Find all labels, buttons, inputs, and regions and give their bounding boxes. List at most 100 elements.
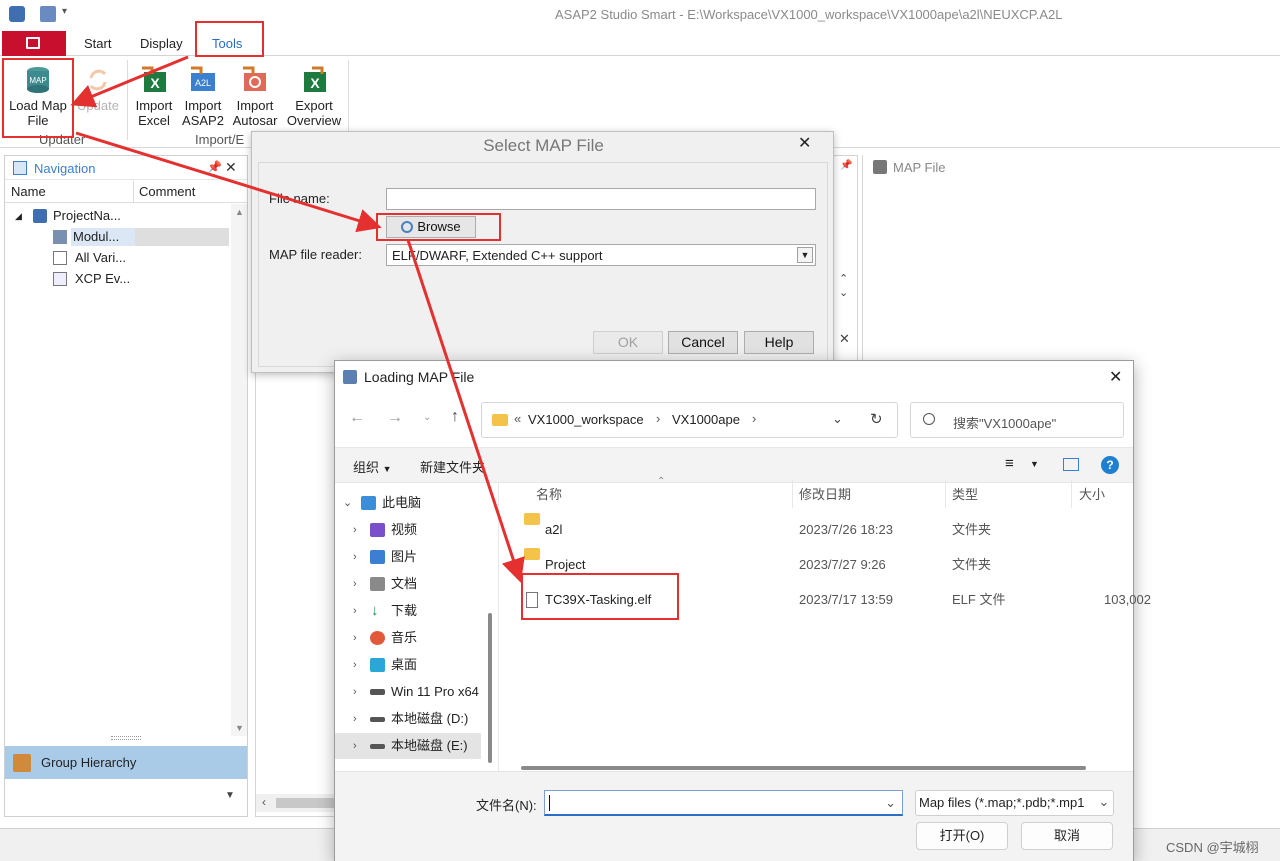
pin-icon[interactable]: 📌 xyxy=(840,160,852,171)
chevron-right-icon[interactable]: › xyxy=(353,706,357,732)
splitter-grip[interactable] xyxy=(111,736,141,740)
chevron-down-icon[interactable]: ⌄ xyxy=(839,286,848,299)
help-button[interactable]: Help xyxy=(744,331,814,354)
chevron-right-icon[interactable]: › xyxy=(353,571,357,597)
sidebar-item-pictures[interactable]: › 图片 xyxy=(335,544,485,570)
chevron-down-icon[interactable]: ▼ xyxy=(797,247,813,263)
sidebar-item-downloads[interactable]: › ↓ 下载 xyxy=(335,598,485,624)
chevron-right-icon[interactable]: › xyxy=(353,517,357,543)
export-overview-button[interactable]: X Export Overview xyxy=(283,64,345,128)
scroll-down-icon[interactable]: ▼ xyxy=(235,723,244,733)
tree-item-project[interactable]: ◢ ProjectNa... xyxy=(13,206,153,226)
recent-dropdown-icon[interactable]: ⌄ xyxy=(423,412,431,423)
scroll-up-icon[interactable]: ▲ xyxy=(235,207,244,217)
file-size: 103,002 xyxy=(1104,592,1151,607)
scroll-left-icon[interactable]: ‹ xyxy=(262,795,266,809)
chevron-down-icon[interactable]: ⌄ xyxy=(343,490,352,516)
chevron-down-icon[interactable]: ⌄ xyxy=(885,795,896,811)
help-icon[interactable]: ? xyxy=(1101,456,1119,474)
chevron-right-icon[interactable]: › xyxy=(353,652,357,678)
open-button[interactable]: 打开(O) xyxy=(916,822,1008,850)
import-excel-label-1: Import xyxy=(135,98,173,113)
column-type[interactable]: 类型 xyxy=(952,484,978,503)
chevron-down-icon[interactable]: ▼ xyxy=(1030,459,1039,469)
module-icon xyxy=(53,230,67,244)
update-button[interactable]: Update xyxy=(72,64,124,113)
a2l-import-icon: A2L xyxy=(191,66,215,91)
close-icon[interactable]: ✕ xyxy=(798,133,811,153)
chevron-right-icon[interactable]: › xyxy=(353,733,357,759)
column-name[interactable]: Name xyxy=(11,184,46,199)
documents-icon xyxy=(370,577,385,591)
import-asap2-button[interactable]: A2L Import ASAP2 xyxy=(178,64,228,128)
loading-map-file-dialog: Loading MAP File ✕ ← → ⌄ ↑ « VX1000_work… xyxy=(334,360,1151,861)
chevron-up-icon[interactable]: ⌃ xyxy=(839,272,848,285)
title-bar: ▾ ASAP2 Studio Smart - E:\Workspace\VX10… xyxy=(0,0,1280,30)
sidebar-item-documents[interactable]: › 文档 xyxy=(335,571,485,597)
breadcrumb-item[interactable]: VX1000_workspace xyxy=(528,412,644,427)
sidebar-item-win11[interactable]: › Win 11 Pro x64 xyxy=(335,679,485,705)
chevron-down-icon[interactable]: ⌄ xyxy=(1095,791,1113,815)
sidebar-item-this-pc[interactable]: ⌄ 此电脑 xyxy=(335,490,485,516)
organize-button[interactable]: 组织 ▼ xyxy=(353,457,392,476)
chevron-right-icon[interactable]: › xyxy=(353,598,357,624)
save-icon[interactable] xyxy=(40,6,56,22)
overflow-dropdown-icon[interactable]: ▼ xyxy=(225,790,235,801)
file-type: 文件夹 xyxy=(952,522,992,537)
refresh-icon[interactable]: ↻ xyxy=(870,410,883,428)
preview-pane-icon[interactable] xyxy=(1063,458,1079,471)
pin-icon[interactable]: 📌 xyxy=(207,160,222,174)
sidebar-item-music[interactable]: › 音乐 xyxy=(335,625,485,651)
file-type-filter[interactable]: Map files (*.map;*.pdb;*.mp1 ⌄ xyxy=(915,790,1114,816)
sidebar-item-videos[interactable]: › 视频 xyxy=(335,517,485,543)
breadcrumb-overflow[interactable]: « xyxy=(514,411,521,426)
sidebar-item-drive-e[interactable]: › 本地磁盘 (E:) xyxy=(335,733,481,759)
horizontal-scrollbar[interactable] xyxy=(521,766,1086,770)
up-icon[interactable]: ↑ xyxy=(451,408,459,426)
column-modified[interactable]: 修改日期 xyxy=(799,484,851,503)
tab-display[interactable]: Display xyxy=(140,36,183,51)
chevron-down-icon[interactable]: ⌄ xyxy=(832,411,843,427)
column-comment[interactable]: Comment xyxy=(139,184,195,199)
dialog-icon xyxy=(343,370,357,384)
filename-input[interactable]: ⌄ xyxy=(544,790,903,816)
column-size[interactable]: 大小 xyxy=(1079,484,1105,503)
view-options-icon[interactable]: ≡ xyxy=(1005,455,1014,472)
import-autosar-button[interactable]: Import Autosar xyxy=(228,64,282,128)
horizontal-scrollbar[interactable]: ‹ xyxy=(256,794,346,812)
back-icon[interactable]: ← xyxy=(349,409,365,427)
cancel-button[interactable]: 取消 xyxy=(1021,822,1113,850)
close-icon[interactable]: ✕ xyxy=(839,331,850,347)
scrollbar-thumb[interactable] xyxy=(276,798,336,808)
forward-icon[interactable]: → xyxy=(387,409,403,427)
close-icon[interactable]: ✕ xyxy=(225,159,237,176)
sidebar-label: 桌面 xyxy=(391,657,418,672)
expand-icon[interactable]: ◢ xyxy=(15,206,22,226)
sidebar-item-drive-d[interactable]: › 本地磁盘 (D:) xyxy=(335,706,485,732)
close-icon[interactable]: ✕ xyxy=(1109,367,1122,387)
tab-start[interactable]: Start xyxy=(84,36,111,51)
column-name[interactable]: 名称 xyxy=(536,484,562,503)
vertical-scrollbar[interactable]: ▲ ▼ xyxy=(231,204,247,736)
application-menu-button[interactable] xyxy=(2,31,66,56)
chevron-right-icon[interactable]: › xyxy=(353,679,357,705)
import-excel-button[interactable]: X Import Excel xyxy=(130,64,178,128)
tree-item-modules[interactable]: Modul... xyxy=(49,227,229,247)
quick-access-dropdown-icon[interactable]: ▾ xyxy=(62,6,67,17)
address-bar[interactable]: « VX1000_workspace › VX1000ape › ⌄ ↻ xyxy=(481,402,898,438)
sidebar-item-desktop[interactable]: › 桌面 xyxy=(335,652,485,678)
file-row[interactable]: a2l 2023/7/26 18:23 文件夹 xyxy=(500,513,1130,547)
ok-button[interactable]: OK xyxy=(593,331,663,354)
reader-select[interactable]: ELF/DWARF, Extended C++ support ▼ xyxy=(386,244,816,266)
tree-item-xcp-events[interactable]: XCP Ev... xyxy=(49,269,189,289)
sidebar-scrollbar[interactable] xyxy=(488,613,492,763)
chevron-right-icon[interactable]: › xyxy=(353,544,357,570)
new-folder-button[interactable]: 新建文件夹 xyxy=(420,457,485,476)
group-hierarchy-item[interactable]: Group Hierarchy xyxy=(5,746,247,779)
file-name-field[interactable] xyxy=(386,188,816,210)
tree-item-all-variables[interactable]: All Vari... xyxy=(49,248,189,268)
breadcrumb-item[interactable]: VX1000ape xyxy=(672,412,740,427)
chevron-right-icon[interactable]: › xyxy=(353,625,357,651)
search-box[interactable]: 搜索"VX1000ape" xyxy=(910,402,1124,438)
cancel-button[interactable]: Cancel xyxy=(668,331,738,354)
